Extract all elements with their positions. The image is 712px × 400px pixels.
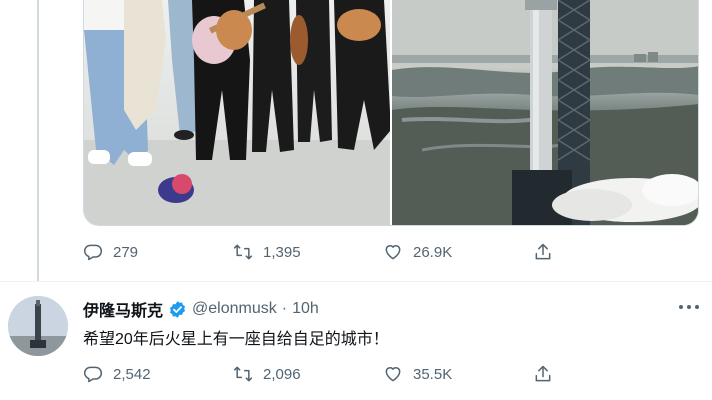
- tweet-text: 希望20年后火星上有一座自给自足的城市！: [83, 331, 389, 348]
- tweet-author-header: 伊隆马斯克 @elonmusk · 10h: [83, 297, 319, 321]
- share-icon: [535, 243, 551, 260]
- tweet-timestamp[interactable]: 10h: [292, 300, 319, 318]
- retweet-button[interactable]: 2,096: [233, 364, 303, 384]
- header-separator: ·: [281, 300, 288, 317]
- avatar[interactable]: [8, 296, 68, 356]
- share-button[interactable]: [533, 364, 603, 384]
- avatar-rocket-image: [8, 296, 68, 356]
- reply-icon: [83, 366, 103, 383]
- media-photo-mariachi-band[interactable]: [84, 0, 390, 225]
- retweet-count: 1,395: [263, 243, 301, 261]
- tweet-divider: [0, 281, 712, 282]
- author-handle[interactable]: @elonmusk: [192, 300, 277, 318]
- reply-button[interactable]: 2,542: [83, 364, 153, 384]
- reply-count: 2,542: [113, 365, 151, 383]
- mariachi-photo-art: [84, 0, 390, 225]
- reply-count: 279: [113, 243, 139, 261]
- share-button[interactable]: [533, 242, 603, 262]
- share-icon: [535, 365, 551, 382]
- like-button[interactable]: 35.5K: [383, 364, 453, 384]
- more-icon[interactable]: [676, 297, 702, 317]
- tweet-media-grid: [83, 0, 699, 226]
- like-count: 26.9K: [413, 243, 453, 261]
- retweet-icon: [233, 366, 253, 382]
- reply-button[interactable]: 279: [83, 242, 153, 262]
- thread-connector-line: [37, 0, 39, 282]
- thread-tweet-action-bar: 279 1,395 26.9K: [83, 242, 603, 262]
- like-button[interactable]: 26.9K: [383, 242, 453, 262]
- retweet-icon: [233, 244, 253, 260]
- media-photo-starship-launch[interactable]: [392, 0, 698, 225]
- like-icon: [385, 367, 401, 382]
- retweet-count: 2,096: [263, 365, 301, 383]
- starship-photo-art: [392, 0, 698, 225]
- like-icon: [385, 245, 401, 260]
- retweet-button[interactable]: 1,395: [233, 242, 303, 262]
- main-tweet-action-bar: 2,542 2,096 35.5K: [83, 364, 603, 384]
- reply-icon: [83, 244, 103, 261]
- author-display-name[interactable]: 伊隆马斯克: [83, 297, 163, 321]
- like-count: 35.5K: [413, 365, 453, 383]
- verified-badge-icon: [169, 300, 186, 318]
